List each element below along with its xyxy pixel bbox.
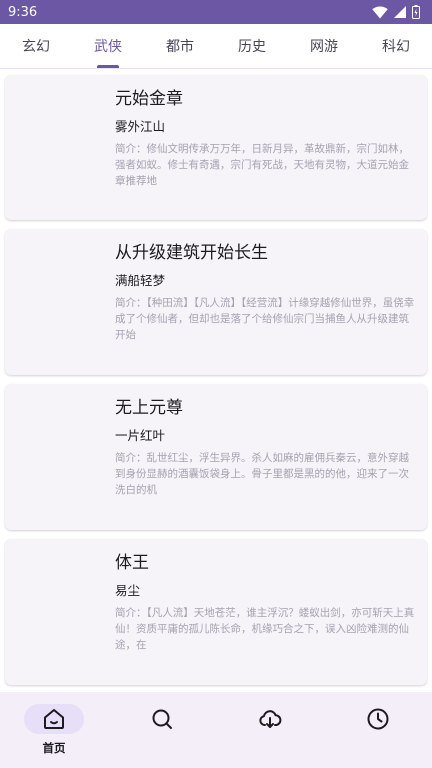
- nav-search-pill: [132, 704, 192, 734]
- tab-kehuan[interactable]: 科幻: [360, 24, 432, 68]
- tab-wangyou[interactable]: 网游: [288, 24, 360, 68]
- book-cover: [5, 75, 105, 220]
- book-info: 无上元尊 一片红叶 简介：乱世红尘，浮生异界。杀人如麻的雇佣兵秦云，意外穿越到身…: [115, 396, 417, 498]
- bottom-navigation: 首页: [0, 692, 432, 768]
- book-title: 从升级建筑开始长生: [115, 243, 268, 263]
- nav-history-pill: [348, 704, 408, 734]
- book-intro: 简介：【种田流】【凡人流】【经营流】计缘穿越修仙世界，虽侥幸成了个修仙者，但却也…: [115, 297, 415, 341]
- book-info: 元始金章 雾外江山 简介：修仙文明传承万万年，日新月异，革故鼎新，宗门如林，强者…: [115, 87, 417, 189]
- book-title: 元始金章: [115, 89, 183, 109]
- nav-home[interactable]: 首页: [0, 692, 108, 768]
- book-title: 体王: [115, 553, 149, 573]
- book-author: 满船轻梦: [115, 273, 166, 288]
- book-card[interactable]: 体王 易尘 简介：【凡人流】天地苍茫，谁主浮沉？蝼蚁出剑，亦可斩天上真仙！资质平…: [5, 539, 427, 685]
- tab-lishi[interactable]: 历史: [216, 24, 288, 68]
- book-list[interactable]: 元始金章 雾外江山 简介：修仙文明传承万万年，日新月异，革故鼎新，宗门如林，强者…: [0, 69, 432, 692]
- nav-history[interactable]: [324, 692, 432, 768]
- tab-wuxia[interactable]: 武侠: [72, 24, 144, 68]
- book-cover: [5, 229, 105, 375]
- book-intro: 简介：【凡人流】天地苍茫，谁主浮沉？蝼蚁出剑，亦可斩天上真仙！资质平庸的孤儿陈长…: [115, 607, 415, 651]
- tab-xuanhuan[interactable]: 玄幻: [0, 24, 72, 68]
- book-author: 易尘: [115, 583, 141, 598]
- book-cover: [5, 539, 105, 685]
- nav-search[interactable]: [108, 692, 216, 768]
- book-card[interactable]: 元始金章 雾外江山 简介：修仙文明传承万万年，日新月异，革故鼎新，宗门如林，强者…: [5, 75, 427, 220]
- book-intro: 简介：乱世红尘，浮生异界。杀人如麻的雇佣兵秦云，意外穿越到身份显赫的酒囊饭袋身上…: [115, 452, 409, 496]
- nav-download-pill: [240, 704, 300, 734]
- status-icons: [372, 5, 420, 19]
- book-card[interactable]: 从升级建筑开始长生 满船轻梦 简介：【种田流】【凡人流】【经营流】计缘穿越修仙世…: [5, 229, 427, 375]
- book-title: 无上元尊: [115, 398, 183, 418]
- wifi-icon: [372, 6, 388, 18]
- clock-icon: [367, 708, 389, 730]
- category-tab-bar: 玄幻 武侠 都市 历史 网游 科幻: [0, 24, 432, 69]
- cell-signal-icon: [394, 6, 406, 18]
- tab-dushi[interactable]: 都市: [144, 24, 216, 68]
- battery-icon: [412, 5, 420, 19]
- book-card[interactable]: 无上元尊 一片红叶 简介：乱世红尘，浮生异界。杀人如麻的雇佣兵秦云，意外穿越到身…: [5, 384, 427, 530]
- book-cover: [5, 384, 105, 530]
- book-intro: 简介：修仙文明传承万万年，日新月异，革故鼎新，宗门如林，强者如蚁。修士有奇遇，宗…: [115, 143, 409, 187]
- book-info: 体王 易尘 简介：【凡人流】天地苍茫，谁主浮沉？蝼蚁出剑，亦可斩天上真仙！资质平…: [115, 551, 417, 653]
- status-time: 9:36: [8, 4, 38, 20]
- book-info: 从升级建筑开始长生 满船轻梦 简介：【种田流】【凡人流】【经营流】计缘穿越修仙世…: [115, 241, 417, 343]
- cloud-download-icon: [259, 710, 282, 728]
- search-icon: [152, 709, 172, 729]
- book-author: 雾外江山: [115, 119, 166, 134]
- nav-home-label: 首页: [42, 741, 66, 755]
- nav-download[interactable]: [216, 692, 324, 768]
- status-bar: 9:36: [0, 0, 432, 24]
- book-author: 一片红叶: [115, 428, 166, 443]
- home-icon: [44, 709, 64, 729]
- nav-home-pill: [24, 704, 84, 734]
